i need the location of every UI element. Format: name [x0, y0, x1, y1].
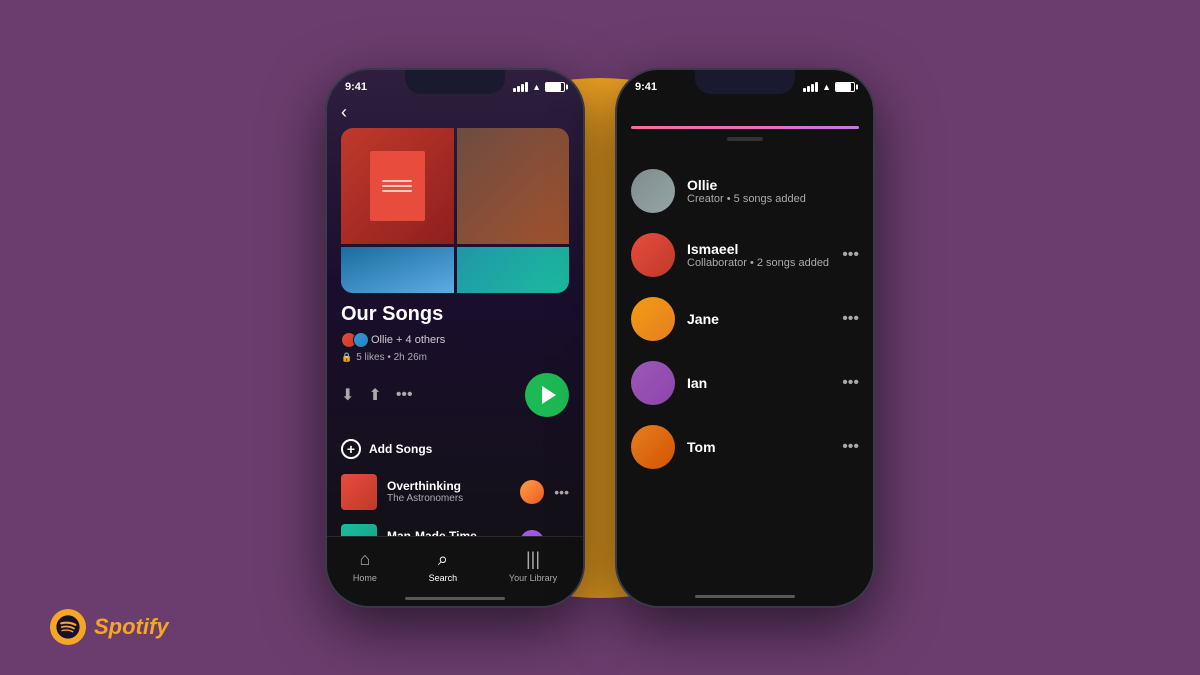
collab-name-ian: Ian	[687, 375, 830, 391]
collab-info-jane: Jane	[687, 311, 830, 327]
album-art-2	[457, 128, 570, 244]
pink-progress-bar	[631, 126, 859, 129]
plus-icon: +	[341, 439, 361, 459]
spotify-name: Spotify	[94, 614, 169, 640]
collab-info-tom: Tom	[687, 439, 830, 455]
drag-indicator	[727, 137, 763, 141]
playlist-stats: 🔒 5 likes • 2h 26m	[341, 352, 569, 363]
nav-library-label: Your Library	[509, 573, 557, 583]
play-triangle	[542, 386, 556, 404]
playlist-author: Ollie + 4 others	[371, 334, 445, 346]
collab-avatar-ollie	[631, 169, 675, 213]
collab-item-ollie[interactable]: Ollie Creator • 5 songs added	[617, 159, 873, 223]
song-info-1: Overthinking The Astronomers	[387, 479, 510, 504]
back-button[interactable]: ‹	[341, 102, 347, 123]
song-more-1[interactable]: •••	[554, 484, 569, 500]
playlist-title: Our Songs	[341, 303, 569, 326]
song-user-avatar-1	[520, 480, 544, 504]
album-art-1	[341, 128, 454, 244]
collab-item-tom[interactable]: Tom •••	[617, 415, 873, 479]
collab-item-jane[interactable]: Jane •••	[617, 287, 873, 351]
song-title-1: Overthinking	[387, 479, 510, 493]
add-songs-label: Add Songs	[369, 442, 432, 456]
signal-icon-2	[803, 82, 818, 92]
collab-item-ian[interactable]: Ian •••	[617, 351, 873, 415]
song-artist-1: The Astronomers	[387, 493, 510, 504]
nav-search[interactable]: ⌕ Search	[429, 549, 458, 583]
collab-more-jane[interactable]: •••	[842, 310, 859, 328]
library-icon: |||	[526, 549, 540, 570]
collab-avatar-ian	[631, 361, 675, 405]
status-icons-1: ▲	[513, 82, 565, 92]
collab-role-ismaeel: Collaborator • 2 songs added	[687, 257, 830, 269]
playlist-controls: ⬇ ⬆ •••	[341, 373, 569, 417]
album-grid	[341, 128, 569, 293]
collaborators-list: Ollie Creator • 5 songs added Ismaeel Co…	[617, 149, 873, 489]
phones-container: 9:41 ▲ ‹	[325, 68, 875, 608]
signal-icon-1	[513, 82, 528, 92]
spotify-logo: Spotify	[50, 609, 169, 645]
notch-1	[405, 70, 505, 94]
collab-more-ian[interactable]: •••	[842, 374, 859, 392]
time-2: 9:41	[635, 81, 657, 93]
wifi-icon-2: ▲	[822, 82, 831, 92]
nav-search-label: Search	[429, 573, 458, 583]
collab-name-tom: Tom	[687, 439, 830, 455]
collab-more-tom[interactable]: •••	[842, 438, 859, 456]
collab-avatar-tom	[631, 425, 675, 469]
battery-icon-2	[835, 82, 855, 92]
nav-home-label: Home	[353, 573, 377, 583]
collab-name-jane: Jane	[687, 311, 830, 327]
wifi-icon-1: ▲	[532, 82, 541, 92]
phone-2: 9:41 ▲	[615, 68, 875, 608]
collab-name-ismaeel: Ismaeel	[687, 241, 830, 257]
home-indicator-2	[695, 595, 795, 598]
playlist-meta: Ollie + 4 others	[341, 332, 569, 348]
collaborator-avatars	[341, 332, 365, 348]
collab-item-ismaeel[interactable]: Ismaeel Collaborator • 2 songs added •••	[617, 223, 873, 287]
time-1: 9:41	[345, 81, 367, 93]
add-songs-button[interactable]: + Add Songs	[327, 431, 583, 467]
album-art-4	[457, 247, 570, 293]
download-icon[interactable]: ⬇	[341, 385, 354, 405]
collab-more-ismaeel[interactable]: •••	[842, 246, 859, 264]
collab-info-ismaeel: Ismaeel Collaborator • 2 songs added	[687, 241, 830, 269]
phone-1: 9:41 ▲ ‹	[325, 68, 585, 608]
status-icons-2: ▲	[803, 82, 855, 92]
collab-name-ollie: Ollie	[687, 177, 859, 193]
song-thumb-1	[341, 474, 377, 510]
collab-info-ian: Ian	[687, 375, 830, 391]
nav-library[interactable]: ||| Your Library	[509, 549, 557, 583]
collab-role-ollie: Creator • 5 songs added	[687, 193, 859, 205]
song-item-1[interactable]: Overthinking The Astronomers •••	[341, 467, 569, 517]
home-indicator-1	[405, 597, 505, 600]
playlist-stats-text: 5 likes • 2h 26m	[356, 352, 427, 363]
battery-icon-1	[545, 82, 565, 92]
collab-avatar-ismaeel	[631, 233, 675, 277]
more-icon[interactable]: •••	[396, 386, 413, 404]
collab-avatar-jane	[631, 297, 675, 341]
nav-home[interactable]: ⌂ Home	[353, 549, 377, 583]
share-icon[interactable]: ⬆	[368, 385, 381, 405]
lock-icon: 🔒	[341, 352, 352, 363]
album-art-3	[341, 247, 454, 293]
avatar-small-2	[353, 332, 369, 348]
play-button[interactable]	[525, 373, 569, 417]
bottom-nav: ⌂ Home ⌕ Search ||| Your Library	[327, 536, 583, 606]
collab-info-ollie: Ollie Creator • 5 songs added	[687, 177, 859, 205]
search-icon: ⌕	[438, 549, 448, 570]
home-icon: ⌂	[359, 549, 370, 570]
notch-2	[695, 70, 795, 94]
playlist-info: Our Songs Ollie + 4 others 🔒 5 likes • 2…	[327, 303, 583, 417]
spotify-icon	[50, 609, 86, 645]
